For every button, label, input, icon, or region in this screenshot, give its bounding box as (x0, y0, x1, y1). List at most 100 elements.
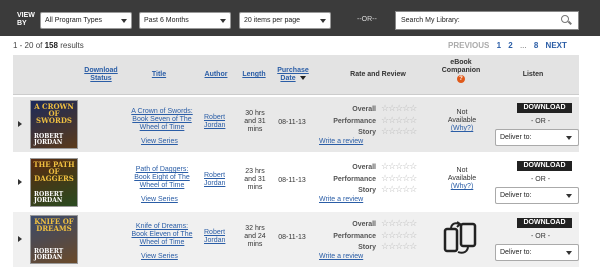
page-link[interactable]: 2 (508, 41, 512, 50)
ebook-why-link[interactable]: (Why?) (442, 125, 482, 133)
star-ratings[interactable]: ☆☆☆☆☆ ☆☆☆☆☆ ☆☆☆☆☆ (381, 218, 431, 253)
purchase-date-header[interactable]: Purchase Date (273, 67, 313, 83)
length-header[interactable]: Length (239, 71, 269, 79)
rating-labels: Overall Performance Story (321, 104, 376, 139)
star-ratings[interactable]: ☆☆☆☆☆ ☆☆☆☆☆ ☆☆☆☆☆ (381, 103, 431, 138)
author-link[interactable]: Robert Jordan (204, 229, 234, 245)
ebook-companion-header: eBook Companion ? (441, 59, 481, 83)
deliver-to-select[interactable]: Deliver to: (495, 244, 579, 261)
chevron-down-icon (320, 19, 326, 23)
purchase-date-text: 08-11-13 (278, 177, 306, 184)
story-stars[interactable]: ☆☆☆☆☆ (381, 241, 431, 253)
per-page-select[interactable]: 20 items per page (239, 12, 331, 29)
expand-row-icon[interactable] (18, 179, 22, 185)
author-link[interactable]: Robert Jordan (204, 172, 234, 188)
table-row: THE PATH OF DAGGERS ROBERT JORDAN Path o… (13, 155, 579, 210)
view-by-label: VIEW BY (17, 12, 35, 27)
rating-label-performance: Performance (333, 175, 376, 183)
cover-title-text: A CROWN OF SWORDS (34, 102, 74, 125)
table-row: KNIFE OF DREAMS ROBERT JORDAN Knife of D… (13, 212, 579, 267)
page-link[interactable]: 8 (534, 41, 538, 50)
length-text: 23 hrs and 31 mins (244, 168, 266, 191)
write-review-link[interactable]: Write a review (319, 253, 363, 260)
download-button[interactable]: DOWNLOAD (517, 218, 572, 228)
rate-review-header: Rate and Review (350, 71, 406, 78)
deliver-to-value: Deliver to: (500, 134, 532, 141)
overall-stars[interactable]: ☆☆☆☆☆ (381, 161, 431, 173)
deliver-to-select[interactable]: Deliver to: (495, 187, 579, 204)
performance-stars[interactable]: ☆☆☆☆☆ (381, 115, 431, 127)
period-value: Past 6 Months (144, 17, 189, 24)
page-ellipsis: ... (519, 41, 527, 50)
deliver-to-select[interactable]: Deliver to: (495, 129, 579, 146)
write-review-link[interactable]: Write a review (319, 196, 363, 203)
period-select[interactable]: Past 6 Months (139, 12, 231, 29)
ebook-status: Not Available (Why?) (442, 167, 482, 191)
rating-label-overall: Overall (352, 221, 376, 228)
expand-row-icon[interactable] (18, 121, 22, 127)
book-cover[interactable]: KNIFE OF DREAMS ROBERT JORDAN (30, 215, 78, 264)
chevron-down-icon (566, 136, 572, 140)
author-link[interactable]: Robert Jordan (204, 114, 234, 130)
rating-label-story: Story (358, 129, 376, 136)
help-icon[interactable]: ? (457, 75, 465, 83)
book-cover[interactable]: THE PATH OF DAGGERS ROBERT JORDAN (30, 158, 78, 207)
chevron-down-icon (220, 19, 226, 23)
expand-row-icon[interactable] (18, 236, 22, 242)
cover-title-text: THE PATH OF DAGGERS (33, 160, 75, 183)
star-ratings[interactable]: ☆☆☆☆☆ ☆☆☆☆☆ ☆☆☆☆☆ (381, 161, 431, 196)
view-series-link[interactable]: View Series (141, 138, 178, 145)
rating-labels: Overall Performance Story (321, 162, 376, 197)
author-header[interactable]: Author (201, 71, 231, 79)
table-row: A CROWN OF SWORDS ROBERT JORDAN A Crown … (13, 97, 579, 152)
download-status-header[interactable]: Download Status (81, 67, 121, 83)
or-separator: --OR-- (357, 16, 377, 23)
ebook-companion-icon[interactable] (441, 221, 481, 255)
performance-stars[interactable]: ☆☆☆☆☆ (381, 230, 431, 242)
title-header[interactable]: Title (139, 71, 179, 79)
book-title-link[interactable]: Knife of Dreams: Book Eleven of The Whee… (127, 223, 197, 247)
search-placeholder: Search My Library: (401, 17, 460, 24)
view-series-link[interactable]: View Series (141, 196, 178, 203)
ebook-not-available: Not Available (447, 167, 477, 182)
ebook-why-link[interactable]: (Why?) (442, 183, 482, 191)
download-button[interactable]: DOWNLOAD (517, 103, 572, 113)
program-type-value: All Program Types (45, 17, 103, 24)
chevron-down-icon (121, 19, 127, 23)
cover-author-text: ROBERT JORDAN (34, 248, 64, 261)
deliver-to-value: Deliver to: (500, 192, 532, 199)
overall-stars[interactable]: ☆☆☆☆☆ (381, 103, 431, 115)
purchase-date-text: 08-11-13 (278, 234, 306, 241)
next-page-link[interactable]: NEXT (546, 41, 567, 50)
write-review-link[interactable]: Write a review (319, 138, 363, 145)
ebook-status: Not Available (Why?) (442, 109, 482, 133)
overall-stars[interactable]: ☆☆☆☆☆ (381, 218, 431, 230)
sort-down-icon[interactable] (299, 76, 306, 81)
or-text: - OR - (531, 233, 551, 240)
book-title-link[interactable]: A Crown of Swords: Book Seven of The Whe… (127, 108, 197, 132)
performance-stars[interactable]: ☆☆☆☆☆ (381, 173, 431, 185)
cover-author-text: ROBERT JORDAN (34, 191, 64, 204)
purchase-date-text: 08-11-13 (278, 119, 306, 126)
book-cover[interactable]: A CROWN OF SWORDS ROBERT JORDAN (30, 100, 78, 149)
view-series-link[interactable]: View Series (141, 253, 178, 260)
filter-bar: VIEW BY All Program Types Past 6 Months … (0, 0, 600, 36)
story-stars[interactable]: ☆☆☆☆☆ (381, 126, 431, 138)
rating-label-overall: Overall (352, 164, 376, 171)
listen-cell: DOWNLOAD - OR - Deliver to: (493, 155, 579, 210)
search-icon[interactable] (561, 15, 569, 23)
program-type-select[interactable]: All Program Types (40, 12, 132, 29)
or-text: - OR - (531, 176, 551, 183)
library-search-input[interactable]: Search My Library: (395, 11, 579, 30)
download-button[interactable]: DOWNLOAD (517, 161, 572, 171)
rating-label-story: Story (358, 244, 376, 251)
page-link[interactable]: 1 (497, 41, 501, 50)
cover-title-text: KNIFE OF DREAMS (34, 217, 74, 233)
previous-page-link[interactable]: PREVIOUS (448, 41, 489, 50)
rating-label-performance: Performance (333, 232, 376, 240)
length-text: 32 hrs and 24 mins (244, 225, 266, 248)
book-title-link[interactable]: Path of Daggers: Book Eight of The Wheel… (127, 166, 197, 190)
chevron-down-icon (566, 194, 572, 198)
story-stars[interactable]: ☆☆☆☆☆ (381, 184, 431, 196)
results-count: 1 - 20 of 158 results (13, 41, 84, 50)
